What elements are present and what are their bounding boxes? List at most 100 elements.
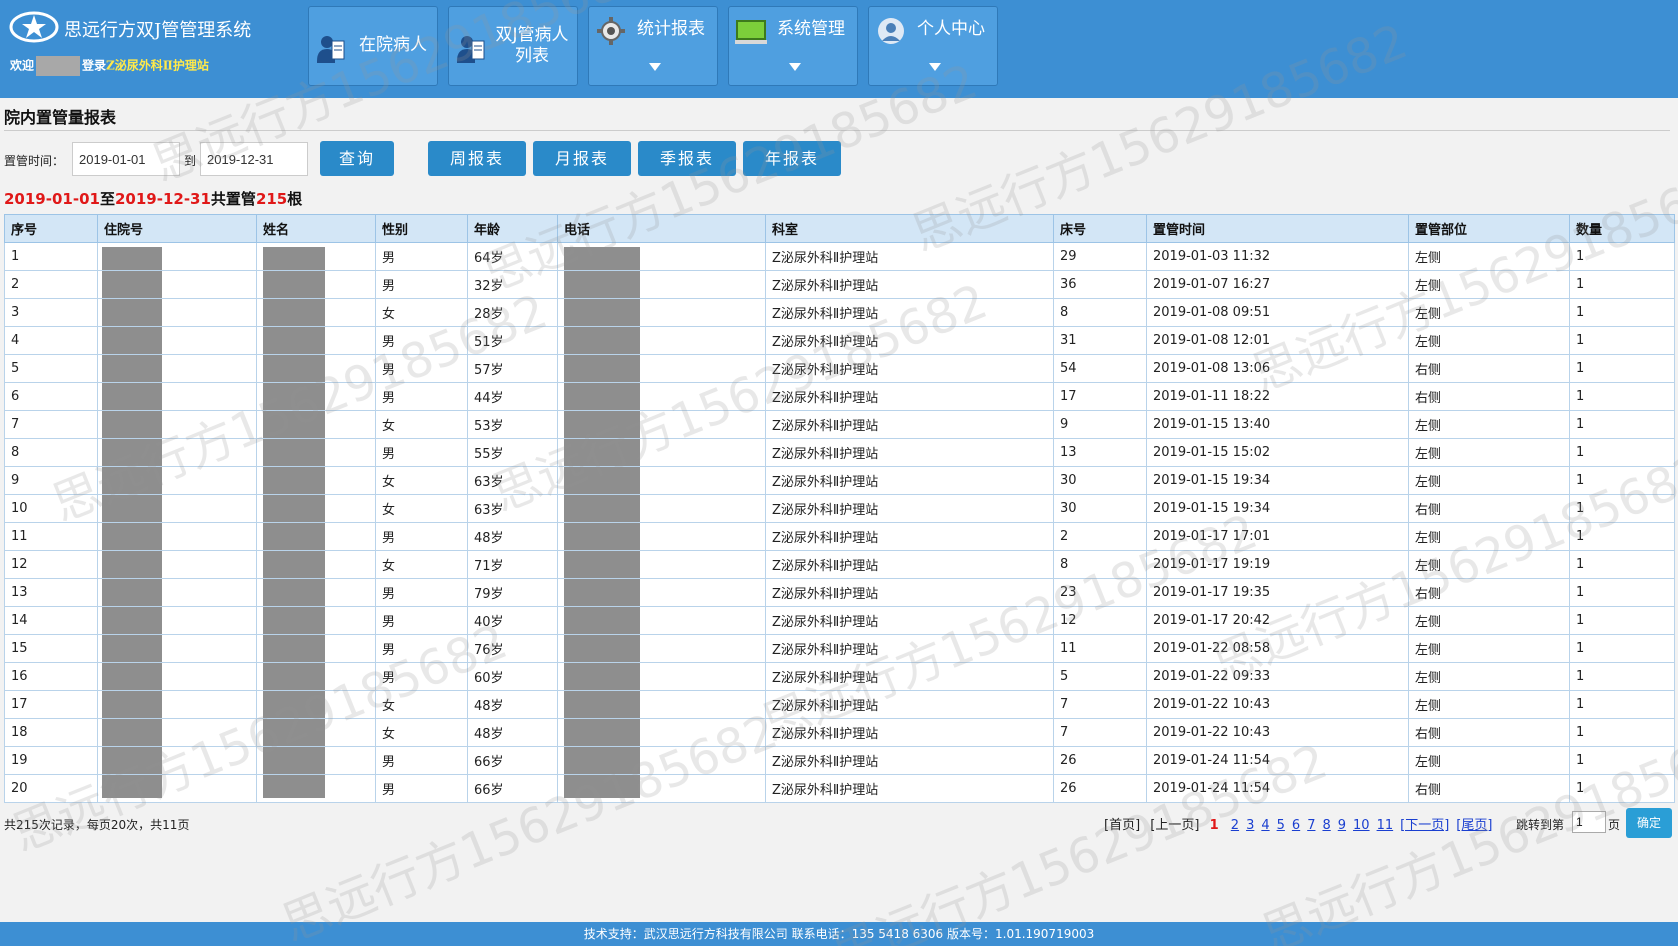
table-cell: 1	[1569, 298, 1675, 327]
page-link[interactable]: 5	[1277, 818, 1285, 833]
page-link[interactable]: 4	[1261, 818, 1269, 833]
table-row[interactable]: 13 男 79岁 Z泌尿外科Ⅱ护理站 23 2019-01-17 19:35 右侧 1	[4, 578, 1675, 607]
table-cell: 左侧	[1408, 242, 1570, 271]
table-cell: 9	[4, 466, 98, 495]
table-cell: 10	[4, 494, 98, 523]
user-icon	[878, 18, 904, 44]
page-link[interactable]: 7	[1307, 818, 1315, 833]
table-cell: 男	[375, 326, 468, 355]
redaction-block	[263, 719, 325, 746]
table-row[interactable]: 2 男 32岁 Z泌尿外科Ⅱ护理站 36 2019-01-07 16:27 左侧 1	[4, 270, 1675, 299]
table-row[interactable]: 16 男 60岁 Z泌尿外科Ⅱ护理站 5 2019-01-22 09:33 左侧 1	[4, 662, 1675, 691]
jump-confirm-button[interactable]: 确定	[1626, 808, 1672, 838]
redaction-block	[564, 775, 640, 798]
page-link[interactable]: 8	[1322, 818, 1330, 833]
table-row[interactable]: 10 女 63岁 Z泌尿外科Ⅱ护理站 30 2019-01-15 19:34 右侧 1	[4, 494, 1675, 523]
jump-page-input[interactable]	[1572, 811, 1606, 833]
table-row[interactable]: 15 男 76岁 Z泌尿外科Ⅱ护理站 11 2019-01-22 08:58 左侧 1	[4, 634, 1675, 663]
masked-cell	[256, 382, 376, 411]
table-cell: 30	[1053, 494, 1147, 523]
table-cell: 15	[4, 634, 98, 663]
table-cell: 男	[375, 438, 468, 467]
table-cell: 55岁	[467, 438, 558, 467]
table-row[interactable]: 19 男 66岁 Z泌尿外科Ⅱ护理站 26 2019-01-24 11:54 左侧 1	[4, 746, 1675, 775]
table-row[interactable]: 8 男 55岁 Z泌尿外科Ⅱ护理站 13 2019-01-15 15:02 左侧 1	[4, 438, 1675, 467]
masked-cell	[97, 662, 257, 691]
table-row[interactable]: 17 女 48岁 Z泌尿外科Ⅱ护理站 7 2019-01-22 10:43 左侧 1	[4, 690, 1675, 719]
table-cell: 20	[4, 774, 98, 803]
nav-dj-list[interactable]: 双J管病人 列表	[448, 6, 578, 86]
quarterly-report-button[interactable]: 季报表	[638, 141, 736, 176]
redaction-block	[564, 579, 640, 606]
table-row[interactable]: 11 男 48岁 Z泌尿外科Ⅱ护理站 2 2019-01-17 17:01 左侧 1	[4, 522, 1675, 551]
page-link[interactable]: 9	[1338, 818, 1346, 833]
first-page-link[interactable]: [首页]	[1104, 818, 1140, 833]
redaction-block	[102, 411, 162, 438]
table-cell: 男	[375, 774, 468, 803]
table-row[interactable]: 4 男 51岁 Z泌尿外科Ⅱ护理站 31 2019-01-08 12:01 左侧 1	[4, 326, 1675, 355]
table-cell: 1	[4, 242, 98, 271]
table-row[interactable]: 7 女 53岁 Z泌尿外科Ⅱ护理站 9 2019-01-15 13:40 左侧 1	[4, 410, 1675, 439]
patient-icon	[317, 36, 345, 63]
redaction-block	[263, 383, 325, 410]
table-row[interactable]: 5 男 57岁 Z泌尿外科Ⅱ护理站 54 2019-01-08 13:06 右侧 1	[4, 354, 1675, 383]
masked-cell	[256, 270, 376, 299]
end-date-input[interactable]	[200, 142, 308, 176]
table-row[interactable]: 1 男 64岁 Z泌尿外科Ⅱ护理站 29 2019-01-03 11:32 左侧 1	[4, 242, 1675, 271]
next-page-link[interactable]: [下一页]	[1400, 818, 1449, 833]
table-cell: 2019-01-08 09:51	[1146, 298, 1409, 327]
table-row[interactable]: 9 女 63岁 Z泌尿外科Ⅱ护理站 30 2019-01-15 19:34 左侧 1	[4, 466, 1675, 495]
chevron-down-icon	[789, 63, 801, 71]
nav-personal[interactable]: 个人中心	[868, 6, 998, 86]
redaction-block	[564, 523, 640, 550]
table-cell: 66岁	[467, 774, 558, 803]
prev-page-link[interactable]: [上一页]	[1150, 818, 1199, 833]
table-row[interactable]: 6 男 44岁 Z泌尿外科Ⅱ护理站 17 2019-01-11 18:22 右侧 1	[4, 382, 1675, 411]
table-cell: 1	[1569, 438, 1675, 467]
page-link[interactable]: 2	[1231, 818, 1239, 833]
table-cell: 男	[375, 270, 468, 299]
monthly-report-button[interactable]: 月报表	[533, 141, 631, 176]
page-link[interactable]: 6	[1292, 818, 1300, 833]
table-row[interactable]: 20 男 66岁 Z泌尿外科Ⅱ护理站 26 2019-01-24 11:54 右侧 1	[4, 774, 1675, 803]
last-page-link[interactable]: [尾页]	[1456, 818, 1492, 833]
table-cell: Z泌尿外科Ⅱ护理站	[765, 494, 1054, 523]
masked-cell	[256, 494, 376, 523]
table-row[interactable]: 3 女 28岁 Z泌尿外科Ⅱ护理站 8 2019-01-08 09:51 左侧 1	[4, 298, 1675, 327]
page-link[interactable]: 3	[1246, 818, 1254, 833]
nav-system[interactable]: 系统管理	[728, 6, 858, 86]
table-cell: 2019-01-07 16:27	[1146, 270, 1409, 299]
masked-cell	[97, 774, 257, 803]
redaction-block	[263, 247, 325, 270]
welcome-prefix: 欢迎	[10, 58, 35, 73]
nav-inpatients[interactable]: 在院病人	[308, 6, 438, 86]
redaction-block	[564, 495, 640, 522]
table-cell: 14	[4, 606, 98, 635]
page-link[interactable]: 10	[1353, 818, 1370, 833]
table-row[interactable]: 14 男 40岁 Z泌尿外科Ⅱ护理站 12 2019-01-17 20:42 左侧 1	[4, 606, 1675, 635]
table-cell: Z泌尿外科Ⅱ护理站	[765, 774, 1054, 803]
table-row[interactable]: 12 女 71岁 Z泌尿外科Ⅱ护理站 8 2019-01-17 19:19 左侧 1	[4, 550, 1675, 579]
redaction-block	[263, 495, 325, 522]
table-cell: 1	[1569, 354, 1675, 383]
nav-statistics[interactable]: 统计报表	[588, 6, 718, 86]
weekly-report-button[interactable]: 周报表	[428, 141, 526, 176]
yearly-report-button[interactable]: 年报表	[743, 141, 841, 176]
table-cell: 女	[375, 690, 468, 719]
table-cell: 左侧	[1408, 298, 1570, 327]
table-cell: 2019-01-08 13:06	[1146, 354, 1409, 383]
table-cell: 右侧	[1408, 494, 1570, 523]
query-button[interactable]: 查询	[320, 141, 394, 176]
table-cell: 2019-01-08 12:01	[1146, 326, 1409, 355]
column-header: 床号	[1053, 214, 1147, 243]
table-cell: 29	[1053, 242, 1147, 271]
table-cell: 右侧	[1408, 382, 1570, 411]
masked-cell	[97, 410, 257, 439]
table-cell: 2019-01-22 10:43	[1146, 718, 1409, 747]
table-row[interactable]: 18 女 48岁 Z泌尿外科Ⅱ护理站 7 2019-01-22 10:43 右侧 1	[4, 718, 1675, 747]
table-cell: 男	[375, 606, 468, 635]
table-cell: 63岁	[467, 466, 558, 495]
page-link[interactable]: 11	[1377, 818, 1394, 833]
start-date-input[interactable]	[72, 142, 180, 176]
redaction-block	[263, 551, 325, 578]
